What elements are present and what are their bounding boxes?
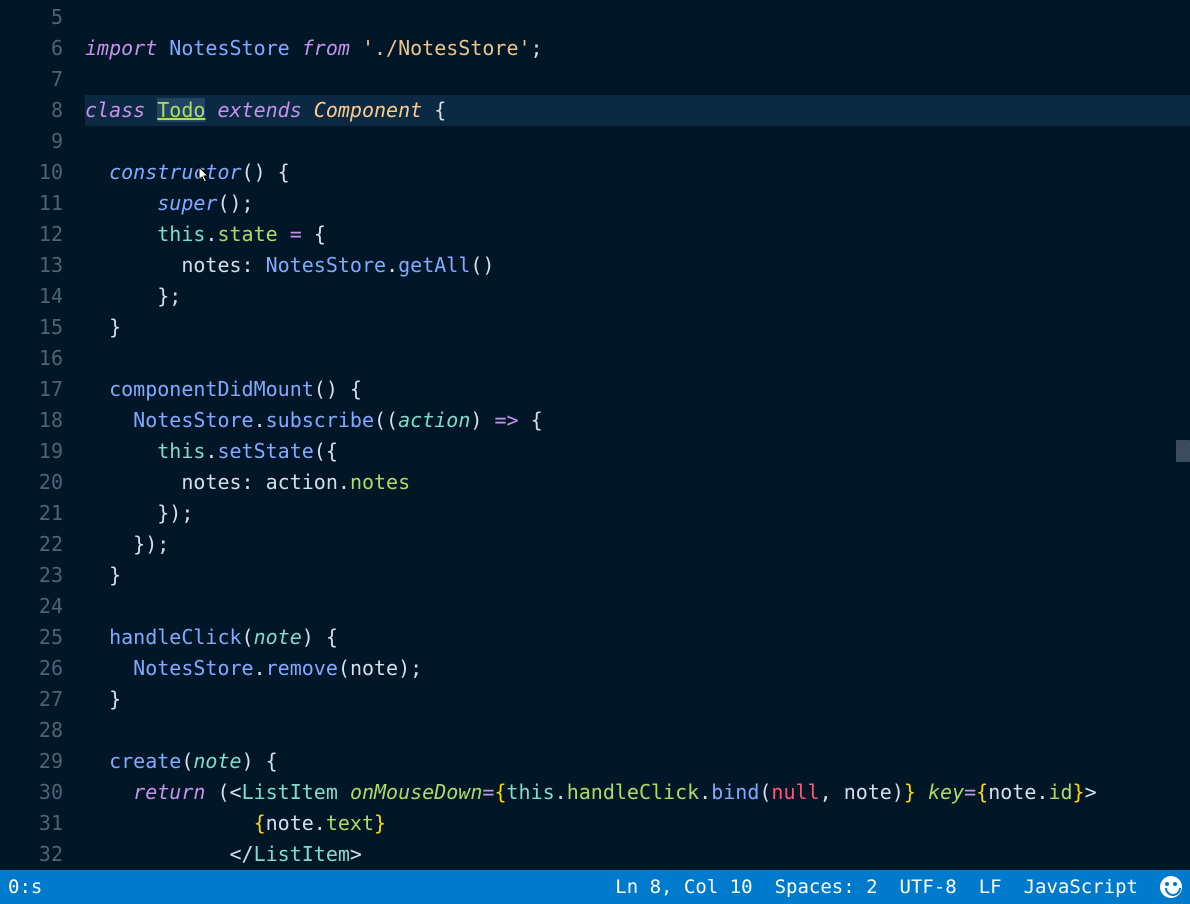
code-line[interactable]: notes: NotesStore.getAll()	[85, 250, 1190, 281]
feedback-smiley-icon[interactable]	[1160, 876, 1182, 898]
code-content[interactable]: import NotesStore from './NotesStore'; cl…	[85, 0, 1190, 870]
code-line[interactable]: this.state = {	[85, 219, 1190, 250]
code-line[interactable]: handleClick(note) {	[85, 622, 1190, 653]
line-number: 11	[0, 188, 63, 219]
line-number: 19	[0, 436, 63, 467]
code-line[interactable]	[85, 126, 1190, 157]
line-number: 31	[0, 808, 63, 839]
line-number: 12	[0, 219, 63, 250]
line-number: 27	[0, 684, 63, 715]
code-line[interactable]	[85, 591, 1190, 622]
line-number: 26	[0, 653, 63, 684]
status-eol[interactable]: LF	[979, 876, 1002, 898]
code-line[interactable]: import NotesStore from './NotesStore';	[85, 33, 1190, 64]
line-number: 13	[0, 250, 63, 281]
status-language[interactable]: JavaScript	[1024, 876, 1138, 898]
code-line[interactable]: notes: action.notes	[85, 467, 1190, 498]
line-number: 7	[0, 64, 63, 95]
line-number: 20	[0, 467, 63, 498]
code-line[interactable]: this.setState({	[85, 436, 1190, 467]
minimap-scrollbar[interactable]	[1176, 0, 1190, 870]
line-number: 17	[0, 374, 63, 405]
code-line[interactable]	[85, 343, 1190, 374]
line-number: 30	[0, 777, 63, 808]
line-number: 15	[0, 312, 63, 343]
code-line[interactable]: NotesStore.subscribe((action) => {	[85, 405, 1190, 436]
code-line[interactable]: }	[85, 684, 1190, 715]
code-line[interactable]: }	[85, 312, 1190, 343]
line-number: 16	[0, 343, 63, 374]
status-line-col[interactable]: Ln 8, Col 10	[615, 876, 752, 898]
status-indentation[interactable]: Spaces: 2	[775, 876, 878, 898]
line-number: 5	[0, 2, 63, 33]
editor-area[interactable]: 5678910111213141516171819202122232425262…	[0, 0, 1190, 870]
code-line[interactable]: }	[85, 560, 1190, 591]
code-line[interactable]: componentDidMount() {	[85, 374, 1190, 405]
line-number: 10	[0, 157, 63, 188]
line-number: 25	[0, 622, 63, 653]
code-line[interactable]	[85, 64, 1190, 95]
code-line[interactable]: });	[85, 498, 1190, 529]
line-number: 24	[0, 591, 63, 622]
code-line[interactable]: </ListItem>	[85, 839, 1190, 870]
status-bar: 0:s Ln 8, Col 10 Spaces: 2 UTF-8 LF Java…	[0, 870, 1190, 904]
code-line[interactable]: };	[85, 281, 1190, 312]
line-number: 6	[0, 33, 63, 64]
code-line[interactable]: create(note) {	[85, 746, 1190, 777]
status-left-indicator[interactable]: 0:s	[8, 876, 42, 898]
minimap-thumb[interactable]	[1176, 440, 1190, 462]
line-number: 32	[0, 839, 63, 870]
line-number: 29	[0, 746, 63, 777]
line-number: 23	[0, 560, 63, 591]
line-number: 18	[0, 405, 63, 436]
line-number: 14	[0, 281, 63, 312]
line-number: 21	[0, 498, 63, 529]
code-line[interactable]: {note.text}	[85, 808, 1190, 839]
line-number-gutter[interactable]: 5678910111213141516171819202122232425262…	[0, 0, 85, 870]
code-line[interactable]	[85, 2, 1190, 33]
status-encoding[interactable]: UTF-8	[900, 876, 957, 898]
code-line[interactable]: });	[85, 529, 1190, 560]
code-line[interactable]: class Todo extends Component {	[85, 95, 1190, 126]
line-number: 28	[0, 715, 63, 746]
line-number: 9	[0, 126, 63, 157]
code-line[interactable]: super();	[85, 188, 1190, 219]
code-line[interactable]: constructor() {	[85, 157, 1190, 188]
line-number: 22	[0, 529, 63, 560]
line-number: 8	[0, 95, 63, 126]
code-line[interactable]	[85, 715, 1190, 746]
code-line[interactable]: return (<ListItem onMouseDown={this.hand…	[85, 777, 1190, 808]
code-line[interactable]: NotesStore.remove(note);	[85, 653, 1190, 684]
